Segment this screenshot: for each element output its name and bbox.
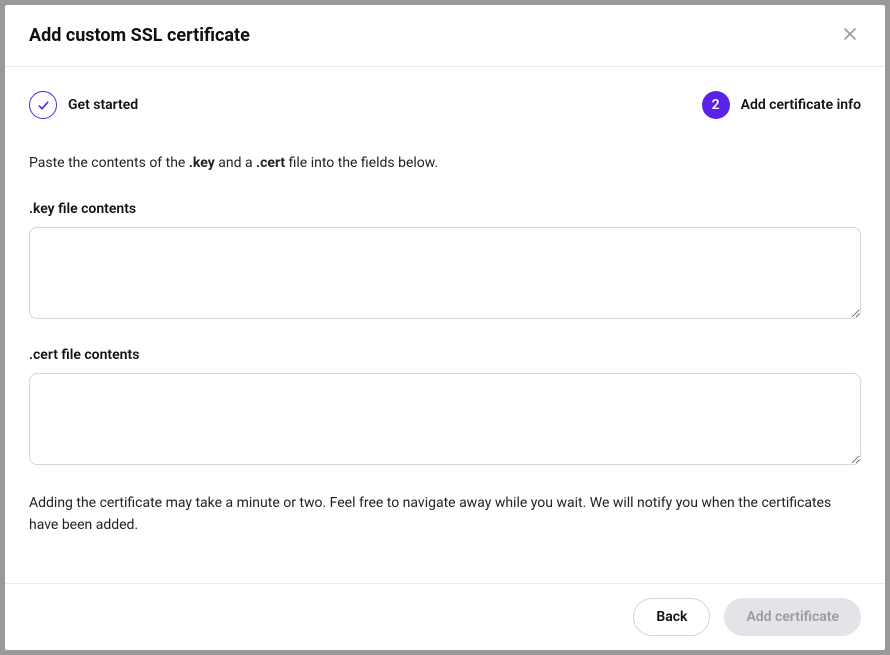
cert-field-label: .cert file contents xyxy=(29,347,861,363)
cert-field-group: .cert file contents xyxy=(29,347,861,469)
check-icon xyxy=(29,91,57,119)
modal-title: Add custom SSL certificate xyxy=(29,25,250,46)
ssl-certificate-modal: Add custom SSL certificate Get started xyxy=(5,5,885,650)
cert-file-textarea[interactable] xyxy=(29,373,861,465)
add-certificate-button[interactable]: Add certificate xyxy=(724,598,861,636)
close-icon xyxy=(843,27,857,44)
step-add-certificate-info: 2 Add certificate info xyxy=(702,91,861,119)
step-label: Add certificate info xyxy=(741,97,861,113)
key-field-group: .key file contents xyxy=(29,201,861,323)
back-button[interactable]: Back xyxy=(633,598,710,636)
key-field-label: .key file contents xyxy=(29,201,861,217)
helper-text: Adding the certificate may take a minute… xyxy=(29,493,861,536)
step-number-badge: 2 xyxy=(702,91,730,119)
key-file-textarea[interactable] xyxy=(29,227,861,319)
instruction-text: Paste the contents of the .key and a .ce… xyxy=(29,155,861,171)
modal-footer: Back Add certificate xyxy=(5,583,885,650)
close-button[interactable] xyxy=(839,23,861,48)
modal-body: Get started 2 Add certificate info Paste… xyxy=(5,67,885,583)
step-indicator: Get started 2 Add certificate info xyxy=(29,91,861,119)
step-get-started: Get started xyxy=(29,91,138,119)
step-label: Get started xyxy=(68,97,138,113)
modal-header: Add custom SSL certificate xyxy=(5,5,885,67)
